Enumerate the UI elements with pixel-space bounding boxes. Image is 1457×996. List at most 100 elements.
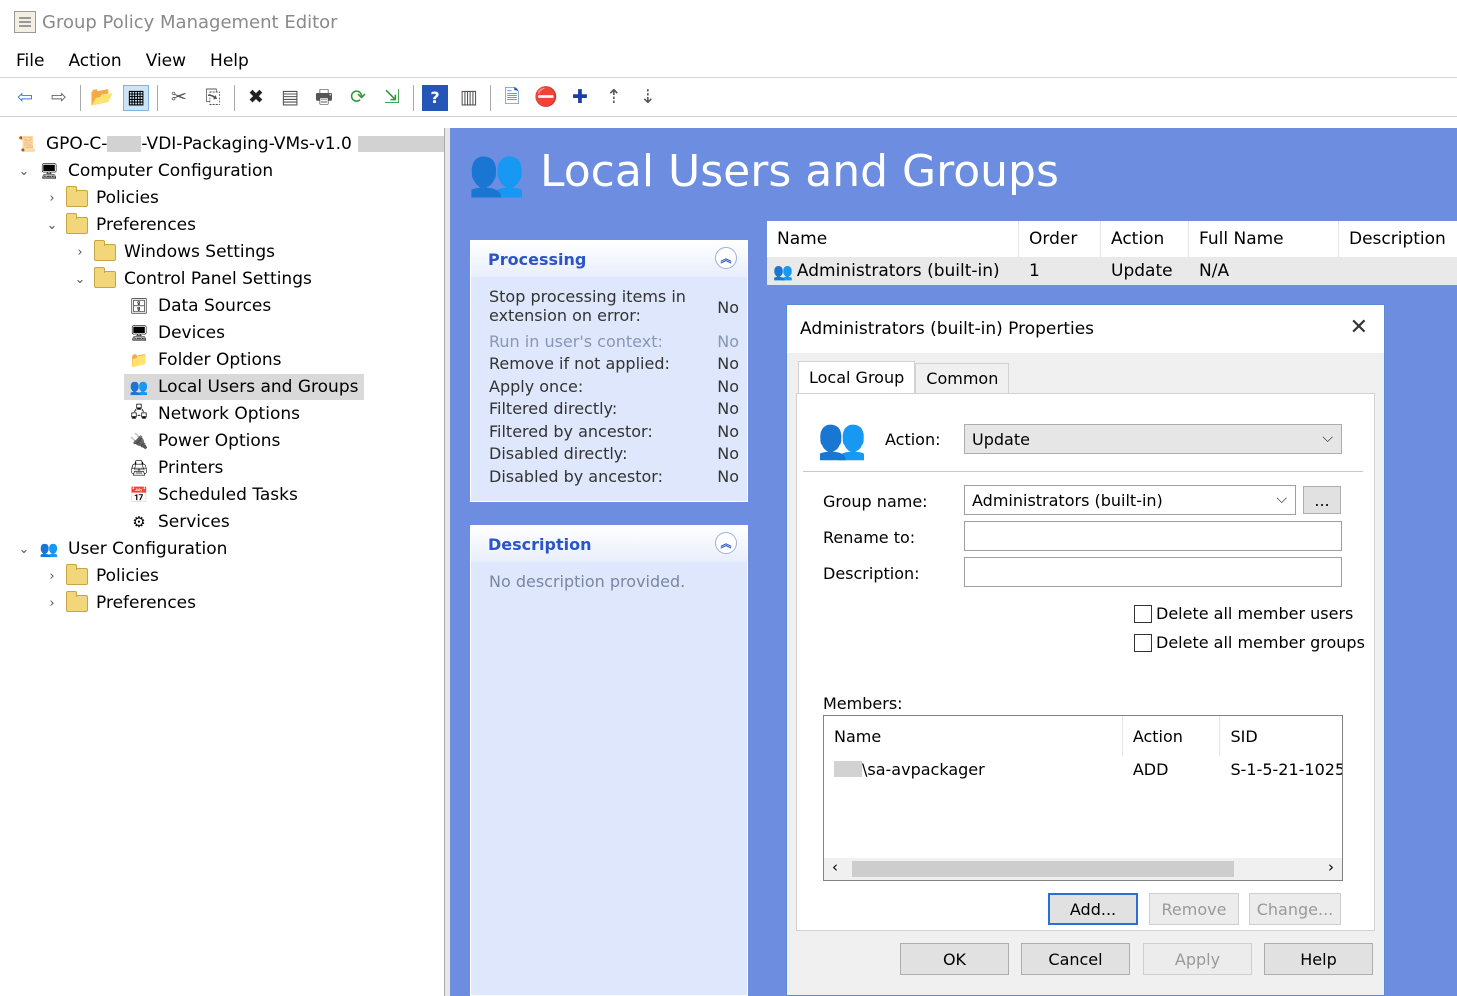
- column-member-name[interactable]: Name: [824, 716, 1123, 756]
- tree-scheduled-tasks[interactable]: 📅 Scheduled Tasks: [128, 482, 298, 508]
- apply-button[interactable]: Apply: [1143, 943, 1252, 975]
- column-action[interactable]: Action: [1101, 221, 1189, 257]
- pane-title: Local Users and Groups: [540, 146, 1059, 197]
- back-arrow-icon[interactable]: ⇦: [12, 85, 38, 111]
- new-item-icon[interactable]: 🗎: [499, 85, 525, 111]
- show-hide-action-pane-icon[interactable]: ▥: [456, 85, 482, 111]
- delete-member-users-checkbox[interactable]: Delete all member users: [1134, 604, 1353, 623]
- tree-local-users-and-groups[interactable]: 👥 Local Users and Groups: [124, 374, 365, 400]
- chevron-right-icon[interactable]: ›: [44, 569, 60, 584]
- delete-icon[interactable]: ✖: [243, 85, 269, 111]
- tab-common[interactable]: Common: [915, 363, 1010, 393]
- menu-view[interactable]: View: [146, 51, 186, 71]
- folder-icon: [66, 590, 88, 612]
- move-down-icon[interactable]: ⇣: [635, 85, 661, 111]
- help-button[interactable]: Help: [1264, 943, 1373, 975]
- column-member-action[interactable]: Action: [1123, 716, 1221, 756]
- chevron-down-icon[interactable]: ⌄: [16, 164, 32, 179]
- tree-control-panel-settings[interactable]: ⌄ Control Panel Settings: [72, 266, 312, 292]
- move-up-icon[interactable]: ⇡: [601, 85, 627, 111]
- member-sid: S-1-5-21-10256: [1230, 759, 1342, 779]
- folder-icon: [94, 239, 116, 261]
- tree-user-preferences[interactable]: › Preferences: [44, 590, 196, 616]
- processing-label: Run in user's context:: [489, 332, 663, 351]
- tree-data-sources[interactable]: 🗄 Data Sources: [128, 293, 271, 319]
- menu-file[interactable]: File: [16, 51, 44, 71]
- chevron-right-icon[interactable]: ›: [72, 245, 88, 260]
- list-item[interactable]: 👥 Administrators (built-in) 1 Update N/A: [767, 257, 1457, 285]
- description-input[interactable]: [964, 557, 1342, 587]
- export-icon[interactable]: ⇲: [379, 85, 405, 111]
- processing-header[interactable]: Processing ︽: [471, 241, 747, 277]
- tree-user-configuration[interactable]: ⌄ 👥 User Configuration: [16, 536, 228, 562]
- show-hide-tree-icon[interactable]: ▦: [123, 84, 149, 111]
- tree-user-policies[interactable]: › Policies: [44, 563, 159, 589]
- menu-action[interactable]: Action: [68, 51, 121, 71]
- help-icon[interactable]: ?: [422, 84, 448, 111]
- cancel-button[interactable]: Cancel: [1021, 943, 1130, 975]
- tree-computer-configuration[interactable]: ⌄ 🖥 Computer Configuration: [16, 158, 274, 184]
- tree-services[interactable]: ⚙ Services: [128, 509, 230, 535]
- tree-devices[interactable]: 🖥 Devices: [128, 320, 225, 346]
- delete-member-groups-checkbox[interactable]: Delete all member groups: [1134, 633, 1365, 652]
- up-folder-icon[interactable]: 📂: [89, 85, 115, 111]
- tree-network-options[interactable]: 🖧 Network Options: [128, 401, 300, 427]
- description-header[interactable]: Description ︽: [471, 526, 747, 562]
- tree-windows-settings[interactable]: › Windows Settings: [72, 239, 275, 265]
- tree-label: Services: [158, 512, 230, 532]
- chevron-down-icon[interactable]: ⌄: [44, 218, 60, 233]
- column-order[interactable]: Order: [1019, 221, 1101, 257]
- collapse-icon[interactable]: ︽: [715, 532, 737, 554]
- checkbox-box[interactable]: [1134, 633, 1152, 652]
- tree-printers[interactable]: 🖨 Printers: [128, 455, 223, 481]
- add-icon[interactable]: ✚: [567, 85, 593, 111]
- column-description[interactable]: Description: [1339, 221, 1457, 257]
- add-member-button[interactable]: Add...: [1048, 893, 1138, 925]
- tree-policies[interactable]: › Policies: [44, 185, 159, 211]
- column-full-name[interactable]: Full Name: [1189, 221, 1339, 257]
- chevron-down-icon[interactable]: ⌄: [16, 542, 32, 557]
- forward-arrow-icon[interactable]: ⇨: [46, 85, 72, 111]
- list-cell-order: 1: [1029, 261, 1040, 281]
- scroll-right-icon[interactable]: ›: [1328, 858, 1334, 876]
- tree-power-options[interactable]: 🔌 Power Options: [128, 428, 281, 454]
- chevron-right-icon[interactable]: ›: [44, 191, 60, 206]
- properties-icon[interactable]: ▤: [277, 85, 303, 111]
- tree-root-gpo[interactable]: 📜 GPO-C- -VDI-Packaging-VMs-v1.0: [16, 131, 446, 157]
- print-icon[interactable]: 🖶: [311, 85, 337, 111]
- description-title: Description: [488, 534, 592, 554]
- chevron-down-icon[interactable]: ⌄: [72, 272, 88, 287]
- printers-icon: 🖨: [129, 459, 149, 477]
- list-header: Name Order Action Full Name Description: [767, 221, 1457, 257]
- collapse-icon[interactable]: ︽: [715, 247, 737, 269]
- column-member-sid[interactable]: SID: [1220, 716, 1342, 756]
- copy-icon[interactable]: ⎘: [200, 85, 226, 111]
- scroll-left-icon[interactable]: ‹: [832, 858, 838, 876]
- list-cell-full-name: N/A: [1199, 261, 1230, 281]
- browse-group-button[interactable]: ...: [1303, 486, 1341, 514]
- toolbar: ⇦ ⇨ 📂 ▦ ✂ ⎘ ✖ ▤ 🖶 ⟳ ⇲ ? ▥ 🗎 ⛔ ✚ ⇡ ⇣: [0, 79, 1457, 117]
- checkbox-box[interactable]: [1134, 604, 1152, 623]
- stop-icon[interactable]: ⛔: [533, 85, 559, 111]
- scrollbar-thumb[interactable]: [852, 861, 1234, 877]
- items-list: Name Order Action Full Name Description …: [767, 221, 1457, 285]
- ok-button[interactable]: OK: [900, 943, 1009, 975]
- tree-preferences[interactable]: ⌄ Preferences: [44, 212, 196, 238]
- group-name-combo[interactable]: Administrators (built-in) ⌵: [964, 485, 1296, 515]
- horizontal-scrollbar[interactable]: ‹ ›: [824, 858, 1342, 880]
- change-member-button[interactable]: Change...: [1249, 893, 1341, 925]
- chevron-right-icon[interactable]: ›: [44, 596, 60, 611]
- rename-input[interactable]: [964, 521, 1342, 551]
- remove-member-button[interactable]: Remove: [1149, 893, 1239, 925]
- refresh-icon[interactable]: ⟳: [345, 85, 371, 111]
- close-icon[interactable]: ✕: [1350, 315, 1368, 340]
- menu-help[interactable]: Help: [210, 51, 249, 71]
- member-row[interactable]: \sa-avpackager ADD S-1-5-21-10256: [824, 756, 1342, 782]
- processing-row-user-context: Run in user's context: No: [489, 332, 739, 351]
- cut-icon[interactable]: ✂: [166, 85, 192, 111]
- title-bar: Group Policy Management Editor: [0, 0, 1457, 44]
- tree-folder-options[interactable]: 📁 Folder Options: [128, 347, 282, 373]
- action-select[interactable]: Update ⌵: [964, 424, 1342, 454]
- tab-local-group[interactable]: Local Group: [798, 361, 916, 393]
- column-name[interactable]: Name: [767, 221, 1019, 257]
